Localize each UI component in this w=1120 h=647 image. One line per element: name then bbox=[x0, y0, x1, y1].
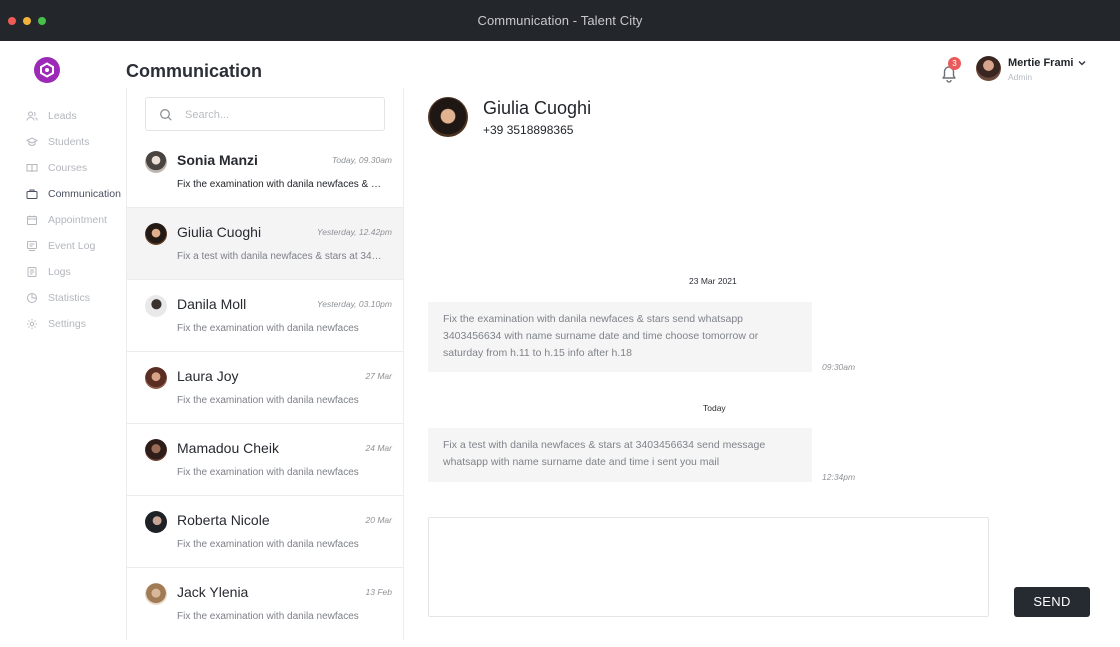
gear-icon bbox=[25, 318, 38, 331]
sidebar-item-label: Leads bbox=[48, 110, 77, 122]
conversation-time: Yesterday, 12.42pm bbox=[317, 227, 392, 237]
pie-chart-icon bbox=[25, 292, 38, 305]
notification-badge: 3 bbox=[948, 57, 961, 70]
conversation-preview: Fix the examination with danila newfaces bbox=[177, 611, 359, 622]
conversation-item-mamadou-cheik[interactable]: Mamadou Cheik 24 Mar Fix the examination… bbox=[127, 424, 403, 496]
conversation-preview: Fix the examination with danila newfaces bbox=[177, 395, 359, 406]
message-bubble: Fix the examination with danila newfaces… bbox=[428, 302, 812, 372]
sidebar-item-label: Appointment bbox=[48, 214, 107, 226]
window-title: Communication - Talent City bbox=[477, 13, 643, 28]
avatar[interactable] bbox=[976, 56, 1001, 81]
graduation-cap-icon bbox=[25, 136, 38, 149]
contact-avatar bbox=[428, 97, 468, 137]
logo-icon bbox=[40, 62, 54, 78]
conversation-time: 24 Mar bbox=[365, 443, 392, 453]
event-log-icon bbox=[25, 240, 38, 253]
conversation-preview: Fix the examination with danila newfaces bbox=[177, 323, 359, 334]
sidebar-item-event-log[interactable]: Event Log bbox=[25, 237, 125, 255]
avatar bbox=[145, 367, 167, 389]
sidebar-item-appointment[interactable]: Appointment bbox=[25, 211, 125, 229]
search-icon bbox=[160, 109, 172, 121]
user-name[interactable]: Mertie Frami bbox=[1008, 57, 1073, 69]
sidebar-item-courses[interactable]: Courses bbox=[25, 159, 125, 177]
users-icon bbox=[25, 110, 38, 123]
avatar bbox=[145, 439, 167, 461]
briefcase-icon bbox=[25, 188, 38, 201]
conversation-name: Jack Ylenia bbox=[177, 584, 249, 600]
message-composer[interactable] bbox=[428, 517, 989, 617]
conversation-time: Yesterday, 03.10pm bbox=[317, 299, 392, 309]
sidebar-item-label: Students bbox=[48, 136, 90, 148]
search-input[interactable] bbox=[185, 106, 375, 123]
book-icon bbox=[25, 162, 38, 175]
conversation-preview: Fix the examination with danila newfaces bbox=[177, 539, 359, 550]
conversation-name: Sonia Manzi bbox=[177, 152, 258, 168]
contact-phone: +39 3518898365 bbox=[483, 123, 574, 137]
conversation-item-giulia-cuoghi[interactable]: Giulia Cuoghi Yesterday, 12.42pm Fix a t… bbox=[127, 208, 403, 280]
conversation-item-sonia-manzi[interactable]: Sonia Manzi Today, 09.30am Fix the exami… bbox=[127, 136, 403, 208]
contact-name: Giulia Cuoghi bbox=[483, 98, 592, 118]
avatar bbox=[145, 511, 167, 533]
logs-icon bbox=[25, 266, 38, 279]
sidebar-item-students[interactable]: Students bbox=[25, 133, 125, 151]
conversation-time: 27 Mar bbox=[365, 371, 392, 381]
sidebar-item-communication[interactable]: Communication bbox=[25, 185, 125, 203]
sidebar-item-settings[interactable]: Settings bbox=[25, 315, 125, 333]
window-titlebar: Communication - Talent City bbox=[0, 0, 1120, 41]
date-separator: Today bbox=[703, 403, 726, 413]
conversation-time: Today, 09.30am bbox=[331, 155, 392, 165]
conversation-name: Mamadou Cheik bbox=[177, 440, 279, 456]
conversation-item-jack-ylenia[interactable]: Jack Ylenia 13 Feb Fix the examination w… bbox=[127, 568, 403, 640]
message-input[interactable] bbox=[429, 518, 988, 616]
date-separator: 23 Mar 2021 bbox=[689, 276, 737, 286]
conversation-item-laura-joy[interactable]: Laura Joy 27 Mar Fix the examination wit… bbox=[127, 352, 403, 424]
sidebar-item-label: Statistics bbox=[48, 292, 91, 304]
conversation-preview: Fix the examination with danila newfaces… bbox=[177, 179, 383, 190]
conversation-time: 20 Mar bbox=[365, 515, 392, 525]
conversation-item-danila-moll[interactable]: Danila Moll Yesterday, 03.10pm Fix the e… bbox=[127, 280, 403, 352]
conversation-preview: Fix the examination with danila newfaces bbox=[177, 467, 359, 478]
conversation-name: Danila Moll bbox=[177, 296, 247, 312]
send-button[interactable]: SEND bbox=[1014, 587, 1090, 617]
sidebar-item-label: Settings bbox=[48, 318, 86, 330]
message-bubble: Fix a test with danila newfaces & stars … bbox=[428, 428, 812, 482]
app-logo[interactable] bbox=[34, 57, 60, 83]
conversation-name: Roberta Nicole bbox=[177, 512, 270, 528]
sidebar-item-label: Courses bbox=[48, 162, 88, 174]
sidebar-item-statistics[interactable]: Statistics bbox=[25, 289, 125, 307]
sidebar-item-leads[interactable]: Leads bbox=[25, 107, 125, 125]
page-title: Communication bbox=[126, 61, 263, 81]
sidebar-item-label: Communication bbox=[48, 188, 121, 200]
search-box[interactable] bbox=[145, 97, 385, 131]
sidebar-item-logs[interactable]: Logs bbox=[25, 263, 125, 281]
message-time: 12:34pm bbox=[822, 472, 856, 482]
avatar bbox=[145, 583, 167, 605]
conversation-name: Laura Joy bbox=[177, 368, 239, 384]
user-role: Admin bbox=[1008, 72, 1033, 82]
avatar bbox=[145, 223, 167, 245]
conversation-item-roberta-nicole[interactable]: Roberta Nicole 20 Mar Fix the examinatio… bbox=[127, 496, 403, 568]
conversation-time: 13 Feb bbox=[365, 587, 392, 597]
avatar bbox=[145, 151, 167, 173]
conversation-preview: Fix a test with danila newfaces & stars … bbox=[177, 251, 383, 262]
sidebar-item-label: Event Log bbox=[48, 240, 96, 252]
conversation-name: Giulia Cuoghi bbox=[177, 224, 262, 240]
message-time: 09:30am bbox=[822, 362, 856, 372]
sidebar-item-label: Logs bbox=[48, 266, 71, 278]
chevron-down-icon[interactable] bbox=[1077, 59, 1087, 67]
avatar bbox=[145, 295, 167, 317]
calendar-icon bbox=[25, 214, 38, 227]
